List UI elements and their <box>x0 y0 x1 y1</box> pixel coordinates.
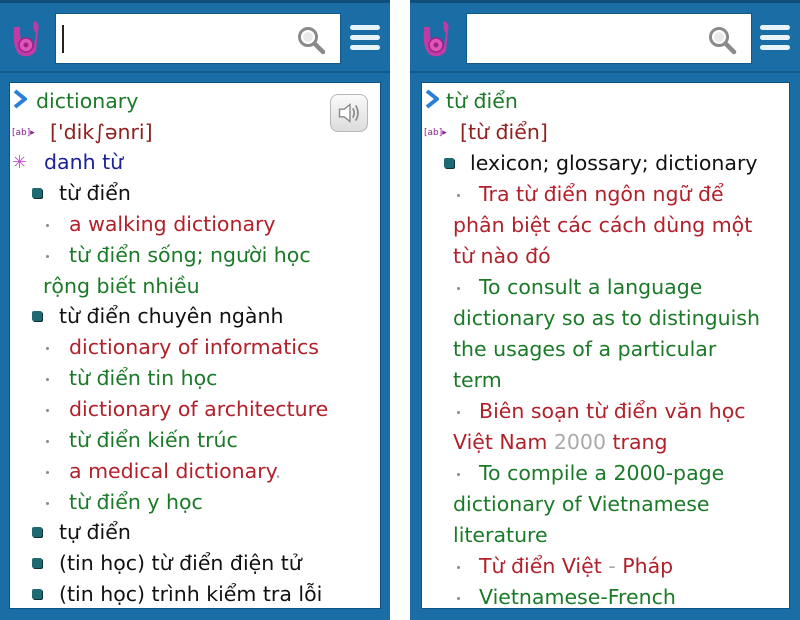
pronunciation-icon: [ab]▸ <box>424 128 447 138</box>
example: từ nào đó <box>453 244 551 268</box>
menu-icon[interactable] <box>760 25 790 51</box>
meaning: (tin học) từ điển điện tử <box>59 551 302 575</box>
example-number: 2000 <box>553 430 606 454</box>
dot-bullet-icon <box>46 409 49 412</box>
translation: từ điển kiến trúc <box>69 428 238 452</box>
dot-bullet-icon <box>457 287 460 290</box>
asterisk-icon: ✳ <box>12 152 28 173</box>
headword: từ điển <box>446 89 518 113</box>
meaning: từ điển chuyên ngành <box>59 304 284 328</box>
square-bullet-icon <box>32 589 42 599</box>
speaker-icon <box>338 102 359 124</box>
search-input[interactable] <box>467 14 709 65</box>
pronunciation-icon: [ab]▸ <box>12 128 35 138</box>
translation: To compile a 2000-page <box>479 461 725 485</box>
header-divider <box>0 71 390 73</box>
example-suffix: . <box>274 459 282 483</box>
definition-panel: dictionary [ab]▸ ['dik∫ənri] ✳ danh từ t… <box>9 82 381 609</box>
search-input[interactable] <box>56 14 298 65</box>
dot-bullet-icon <box>457 194 460 197</box>
translation: dictionary of Vietnamese <box>453 492 710 516</box>
dot-bullet-icon <box>457 473 460 476</box>
example-text: trang <box>606 430 668 454</box>
dot-bullet-icon <box>457 411 460 414</box>
example-text: a medical dictionary <box>69 459 275 483</box>
example: dictionary of informatics <box>69 335 319 359</box>
dot-bullet-icon <box>457 566 460 569</box>
example: a medical dictionary. <box>69 456 281 486</box>
dot-bullet-icon <box>46 255 49 258</box>
dot-bullet-icon <box>46 471 49 474</box>
chevron-right-icon <box>425 89 439 109</box>
translation: literature <box>453 523 548 547</box>
translation: rộng biết nhiều <box>43 274 200 298</box>
example-text: Việt Nam <box>453 430 554 454</box>
search-icon[interactable] <box>707 25 737 55</box>
meaning: tự điển <box>59 520 131 544</box>
square-bullet-icon <box>32 311 42 321</box>
app-header <box>410 3 800 71</box>
phonetic: [từ điển] <box>460 120 548 144</box>
translation: từ điển sống; người học <box>69 243 311 267</box>
text-caret <box>62 25 64 53</box>
translation: the usages of a particular <box>453 337 717 361</box>
dot-bullet-icon <box>46 347 49 350</box>
dot-bullet-icon <box>46 224 49 227</box>
square-bullet-icon <box>32 527 42 537</box>
translation: dictionary so as to distinguish <box>453 306 760 330</box>
definition-panel: từ điển [ab]▸ [từ điển] lexicon; glossar… <box>421 82 790 609</box>
dot-bullet-icon <box>46 378 49 381</box>
dot-bullet-icon <box>46 440 49 443</box>
app-header <box>0 3 390 71</box>
example-text: Pháp <box>615 554 674 578</box>
search-field[interactable] <box>55 13 341 65</box>
square-bullet-icon <box>32 188 42 198</box>
pronounce-button[interactable] <box>330 94 368 132</box>
example: dictionary of architecture <box>69 397 329 421</box>
meaning: (tin học) trình kiểm tra lỗi <box>59 582 323 606</box>
example: Việt Nam 2000 trang <box>453 427 668 457</box>
search-icon[interactable] <box>296 25 326 55</box>
example: phân biệt các cách dùng một <box>453 213 753 237</box>
phonetic: ['dik∫ənri] <box>50 120 153 144</box>
headword: dictionary <box>36 89 139 113</box>
app-logo-icon[interactable] <box>10 19 44 59</box>
dot-bullet-icon <box>457 597 460 600</box>
right-screen: từ điển [ab]▸ [từ điển] lexicon; glossar… <box>410 0 800 620</box>
example: Biên soạn từ điển văn học <box>479 399 746 423</box>
search-field[interactable] <box>466 13 752 65</box>
dot-bullet-icon <box>46 502 49 505</box>
menu-icon[interactable] <box>350 25 380 51</box>
chevron-right-icon <box>13 89 27 109</box>
left-screen: dictionary [ab]▸ ['dik∫ənri] ✳ danh từ t… <box>0 0 390 620</box>
translation: từ điển y học <box>69 490 203 514</box>
example: Tra từ điển ngôn ngữ để <box>479 182 724 206</box>
part-of-speech: danh từ <box>44 150 124 174</box>
meaning: từ điển <box>59 181 131 205</box>
example-text: Từ điển Việt <box>479 554 609 578</box>
app-logo-icon[interactable] <box>420 19 454 59</box>
translation: To consult a language <box>479 275 703 299</box>
translation: từ điển tin học <box>69 366 218 390</box>
translation: Vietnamese-French <box>479 585 676 609</box>
example: a walking dictionary <box>69 212 276 236</box>
header-divider <box>410 71 800 73</box>
meaning: lexicon; glossary; dictionary <box>470 151 758 175</box>
square-bullet-icon <box>444 158 454 168</box>
translation: term <box>453 368 502 392</box>
example: Từ điển Việt - Pháp <box>479 551 673 581</box>
square-bullet-icon <box>32 558 42 568</box>
example-dash: - <box>608 554 616 578</box>
